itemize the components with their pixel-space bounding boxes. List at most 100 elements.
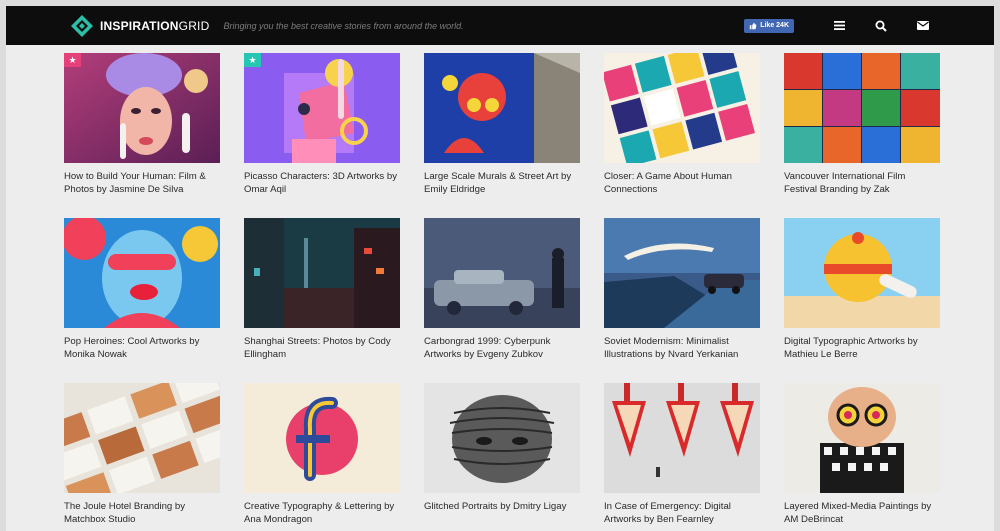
article-caption[interactable]: Soviet Modernism: Minimalist Illustratio… xyxy=(604,335,760,361)
article-thumbnail[interactable] xyxy=(64,383,220,493)
article-thumbnail[interactable] xyxy=(424,53,580,163)
article-card[interactable]: Large Scale Murals & Street Art by Emily… xyxy=(424,53,580,196)
article-author: Artworks by Evgeny Zubkov xyxy=(424,349,543,360)
hotel-branding-photo xyxy=(64,383,220,493)
header-inner: INSPIRATIONGRID Bringing you the best cr… xyxy=(70,6,944,45)
article-thumbnail[interactable] xyxy=(784,383,940,493)
article-card[interactable]: In Case of Emergency: Digital Artworks b… xyxy=(604,383,760,526)
article-caption[interactable]: Large Scale Murals & Street Art by Emily… xyxy=(424,170,580,196)
article-title: Picasso Characters: 3D Artworks xyxy=(244,171,385,182)
article-caption[interactable]: Vancouver International Film Festival Br… xyxy=(784,170,940,196)
thumbs-up-icon xyxy=(750,22,757,29)
article-caption[interactable]: Closer: A Game About Human Connections xyxy=(604,170,760,196)
star-icon: ★ xyxy=(68,54,77,65)
article-author: Festival Branding by Zak xyxy=(784,184,890,195)
typographic-artwork xyxy=(784,218,940,328)
menu-icon xyxy=(833,21,845,30)
article-title: In Case of Emergency: Digital xyxy=(604,501,731,512)
festival-posters-grid xyxy=(784,53,940,163)
article-caption[interactable]: Glitched Portraits by Dmitry Ligay xyxy=(424,500,580,513)
article-title: Shanghai Streets: Photos by xyxy=(244,336,366,347)
article-card[interactable]: Creative Typography & Lettering by Ana M… xyxy=(244,383,400,526)
3d-character-illustration xyxy=(244,53,400,163)
game-cards-illustration xyxy=(604,53,760,163)
night-street-photo xyxy=(244,218,400,328)
article-card[interactable]: Digital Typographic Artworks by Mathieu … xyxy=(784,218,940,361)
article-caption[interactable]: Creative Typography & Lettering by Ana M… xyxy=(244,500,400,526)
article-author: Monika Nowak xyxy=(64,349,127,360)
article-author: Matchbox Studio xyxy=(64,514,136,525)
article-card[interactable]: Closer: A Game About Human Connections xyxy=(604,53,760,196)
mail-button[interactable] xyxy=(902,6,944,45)
article-author: Mathieu Le Berre xyxy=(784,349,858,360)
article-card[interactable]: ★ Picasso Characters: 3D Artworks by Oma… xyxy=(244,53,400,196)
article-caption[interactable]: Shanghai Streets: Photos by Cody Ellingh… xyxy=(244,335,400,361)
article-caption[interactable]: Carbongrad 1999: Cyberpunk Artworks by E… xyxy=(424,335,580,361)
article-thumbnail[interactable] xyxy=(604,218,760,328)
article-thumbnail[interactable] xyxy=(604,383,760,493)
cyberpunk-car-artwork xyxy=(424,218,580,328)
article-card[interactable]: Layered Mixed-Media Paintings by AM DeBr… xyxy=(784,383,940,526)
article-card[interactable]: Vancouver International Film Festival Br… xyxy=(784,53,940,196)
article-title: Creative Typography & Lettering xyxy=(244,501,382,512)
soviet-modernism-illustration xyxy=(604,218,760,328)
article-caption[interactable]: How to Build Your Human: Film & Photos b… xyxy=(64,170,220,196)
article-caption[interactable]: Digital Typographic Artworks by Mathieu … xyxy=(784,335,940,361)
logo-text: INSPIRATIONGRID xyxy=(100,19,209,33)
article-card[interactable]: Pop Heroines: Cool Artworks by Monika No… xyxy=(64,218,220,361)
article-thumbnail[interactable] xyxy=(604,53,760,163)
logo-icon xyxy=(71,14,93,37)
article-caption[interactable]: The Joule Hotel Branding by Matchbox Stu… xyxy=(64,500,220,526)
article-thumbnail[interactable] xyxy=(424,218,580,328)
article-title: Soviet Modernism: Minimalist xyxy=(604,336,729,347)
article-author: Jasmine De Silva xyxy=(109,184,184,195)
menu-button[interactable] xyxy=(818,6,860,45)
facebook-like-button[interactable]: Like 24K xyxy=(744,18,794,33)
article-card[interactable]: The Joule Hotel Branding by Matchbox Stu… xyxy=(64,383,220,526)
article-thumbnail[interactable] xyxy=(244,218,400,328)
mixed-media-painting xyxy=(784,383,940,493)
search-button[interactable] xyxy=(860,6,902,45)
logo-light: GRID xyxy=(178,18,210,33)
article-card[interactable]: ★ How to Build Your Human: Film & Photos… xyxy=(64,53,220,196)
article-title: Layered Mixed-Media Paintings xyxy=(784,501,919,512)
pop-art-illustration xyxy=(64,218,220,328)
search-icon xyxy=(875,20,887,32)
mail-icon xyxy=(917,21,929,30)
article-caption[interactable]: Picasso Characters: 3D Artworks by Omar … xyxy=(244,170,400,196)
article-title: Vancouver International Film xyxy=(784,171,906,182)
article-thumbnail[interactable]: ★ xyxy=(64,53,220,163)
portrait-illustration xyxy=(64,53,220,163)
article-caption[interactable]: Layered Mixed-Media Paintings by AM DeBr… xyxy=(784,500,940,526)
article-card[interactable]: Carbongrad 1999: Cyberpunk Artworks by E… xyxy=(424,218,580,361)
article-caption[interactable]: In Case of Emergency: Digital Artworks b… xyxy=(604,500,760,526)
article-thumbnail[interactable] xyxy=(64,218,220,328)
article-title: Pop Heroines: Cool Artworks by xyxy=(64,336,200,347)
article-author: Connections xyxy=(604,184,658,195)
article-thumbnail[interactable] xyxy=(784,53,940,163)
lettering-artwork xyxy=(244,383,400,493)
article-title: Carbongrad 1999: Cyberpunk xyxy=(424,336,551,347)
top-header: INSPIRATIONGRID Bringing you the best cr… xyxy=(6,6,994,45)
article-title: Digital Typographic Artworks by xyxy=(784,336,918,347)
article-thumbnail[interactable] xyxy=(784,218,940,328)
article-title: Closer: A Game About Human xyxy=(604,171,732,182)
article-title: Large Scale Murals & Street Art xyxy=(424,171,559,182)
glitched-portrait xyxy=(424,383,580,493)
article-thumbnail[interactable] xyxy=(244,383,400,493)
emergency-objects-artwork xyxy=(604,383,760,493)
article-author: Artworks by Ben Fearnley xyxy=(604,514,714,525)
article-card[interactable]: Glitched Portraits by Dmitry Ligay xyxy=(424,383,580,513)
article-card[interactable]: Soviet Modernism: Minimalist Illustratio… xyxy=(604,218,760,361)
article-card[interactable]: Shanghai Streets: Photos by Cody Ellingh… xyxy=(244,218,400,361)
article-thumbnail[interactable]: ★ xyxy=(244,53,400,163)
featured-badge: ★ xyxy=(244,53,261,67)
article-author: Illustrations by Nvard Yerkanian xyxy=(604,349,739,360)
article-title: The Joule Hotel Branding by xyxy=(64,501,186,512)
tagline: Bringing you the best creative stories f… xyxy=(223,20,464,31)
star-icon: ★ xyxy=(248,54,257,65)
site-logo[interactable]: INSPIRATIONGRID xyxy=(70,6,209,45)
like-count: Like 24K xyxy=(760,22,789,29)
article-caption[interactable]: Pop Heroines: Cool Artworks by Monika No… xyxy=(64,335,220,361)
article-thumbnail[interactable] xyxy=(424,383,580,493)
